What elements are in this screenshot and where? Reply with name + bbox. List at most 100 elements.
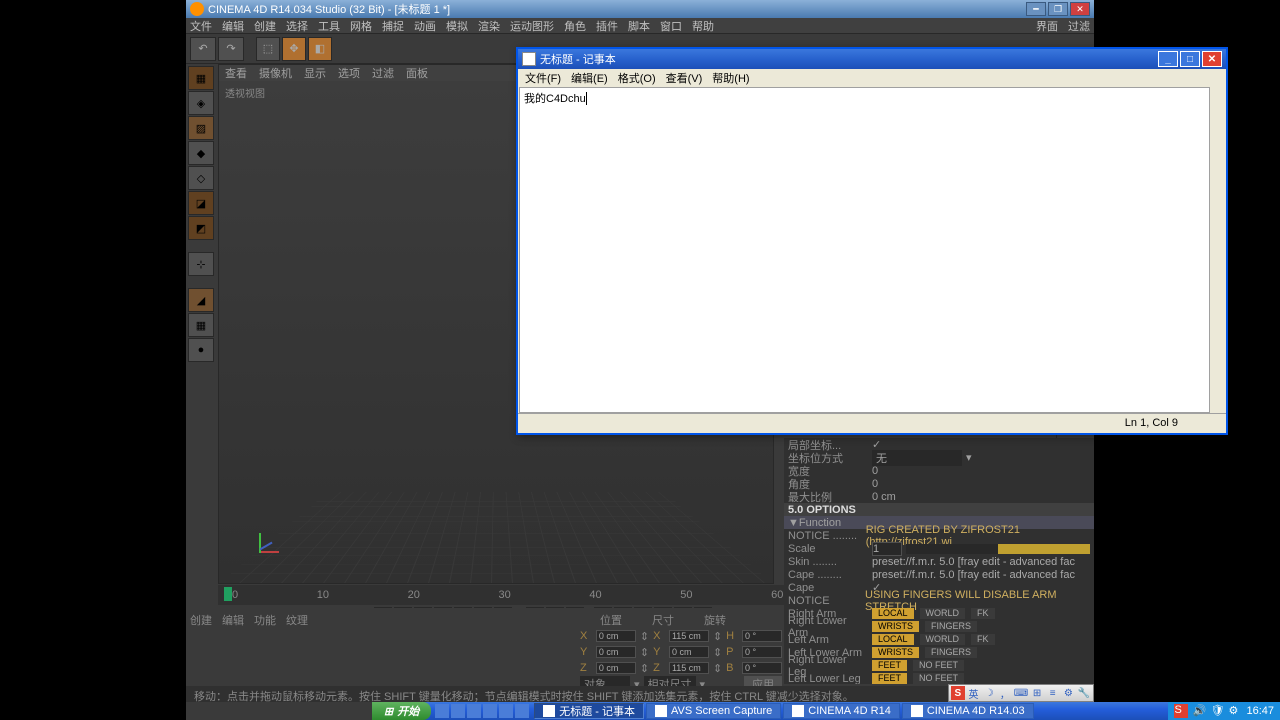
menu-file[interactable]: 文件: [190, 18, 212, 34]
ql-icon[interactable]: [499, 704, 513, 718]
menu-mesh[interactable]: 网格: [350, 18, 372, 34]
z-size-input[interactable]: [669, 662, 709, 674]
vp-menu-view[interactable]: 查看: [225, 65, 247, 81]
task-avs[interactable]: AVS Screen Capture: [646, 703, 781, 719]
start-button[interactable]: ⊞ 开始: [372, 702, 431, 720]
x-pos-input[interactable]: [596, 630, 636, 642]
ime-menu-icon[interactable]: ≡: [1046, 686, 1060, 700]
texture-mode-icon[interactable]: ▨: [188, 116, 214, 140]
ime-lang-icon[interactable]: 英: [967, 686, 981, 700]
menu-window[interactable]: 窗口: [660, 18, 682, 34]
vp-menu-camera[interactable]: 摄像机: [259, 65, 292, 81]
ime-gear-icon[interactable]: ⚙: [1062, 686, 1076, 700]
menu-plugins[interactable]: 插件: [596, 18, 618, 34]
menu-help[interactable]: 帮助: [692, 18, 714, 34]
close-button[interactable]: ✕: [1070, 2, 1090, 16]
menu-edit[interactable]: 编辑: [222, 18, 244, 34]
notepad-textarea[interactable]: 我的C4Dchu: [519, 87, 1225, 413]
ql-icon[interactable]: [451, 704, 465, 718]
task-c4d-app[interactable]: CINEMA 4D R14.03: [902, 703, 1034, 719]
c4d-titlebar[interactable]: CINEMA 4D R14.034 Studio (32 Bit) - [未标题…: [186, 0, 1094, 18]
vp-menu-options[interactable]: 选项: [338, 65, 360, 81]
b-rot-input[interactable]: [742, 662, 782, 674]
axis-tool-icon[interactable]: ⊹: [188, 252, 214, 276]
menu-tools[interactable]: 工具: [318, 18, 340, 34]
vp-menu-display[interactable]: 显示: [304, 65, 326, 81]
function-header[interactable]: ▼Function: [788, 517, 841, 529]
scale-slider[interactable]: [906, 544, 1090, 554]
tray-icon[interactable]: S: [1174, 704, 1188, 718]
ql-icon[interactable]: [483, 704, 497, 718]
model-mode-icon[interactable]: ▦: [188, 66, 214, 90]
np-menu-file[interactable]: 文件(F): [522, 70, 564, 86]
minimize-button[interactable]: ━: [1026, 2, 1046, 16]
move-tool[interactable]: ✥: [282, 37, 306, 61]
menu-layout[interactable]: 界面: [1036, 18, 1058, 34]
h-rot-input[interactable]: [742, 630, 782, 642]
menu-simulate[interactable]: 模拟: [446, 18, 468, 34]
vp-menu-filter[interactable]: 过滤: [372, 65, 394, 81]
notepad-titlebar[interactable]: 无标题 - 记事本 _ □ ✕: [518, 49, 1226, 69]
menu-render[interactable]: 渲染: [478, 18, 500, 34]
task-c4d-folder[interactable]: CINEMA 4D R14: [783, 703, 900, 719]
ql-icon[interactable]: [467, 704, 481, 718]
ql-icon[interactable]: [515, 704, 529, 718]
scale-input[interactable]: [872, 542, 902, 556]
menu-filter[interactable]: 过滤: [1068, 18, 1090, 34]
workplane-icon[interactable]: ◢: [188, 288, 214, 312]
ime-wrench-icon[interactable]: 🔧: [1077, 686, 1091, 700]
system-tray[interactable]: S 🔊 🛡 ⚙ 16:47: [1168, 702, 1280, 720]
redo-button[interactable]: ↷: [218, 37, 244, 61]
y-size-input[interactable]: [669, 646, 709, 658]
notepad-scrollbar[interactable]: [1209, 87, 1225, 413]
ime-sogou-icon[interactable]: S: [951, 686, 965, 700]
polygon-mode-icon[interactable]: ◪: [188, 191, 214, 215]
task-notepad[interactable]: 无标题 - 记事本: [534, 703, 644, 719]
np-maximize-button[interactable]: □: [1180, 51, 1200, 67]
np-menu-edit[interactable]: 编辑(E): [568, 70, 611, 86]
select-tool[interactable]: ⬚: [256, 37, 280, 61]
x-size-input[interactable]: [669, 630, 709, 642]
uvpoly-mode-icon[interactable]: ◩: [188, 216, 214, 240]
snap-icon[interactable]: ▦: [188, 313, 214, 337]
menu-animate[interactable]: 动画: [414, 18, 436, 34]
np-menu-view[interactable]: 查看(V): [663, 70, 706, 86]
z-pos-input[interactable]: [596, 662, 636, 674]
menu-character[interactable]: 角色: [564, 18, 586, 34]
ql-icon[interactable]: [435, 704, 449, 718]
tray-icon[interactable]: 🔊: [1192, 704, 1206, 718]
maximize-button[interactable]: ❐: [1048, 2, 1068, 16]
menu-snap[interactable]: 捕捉: [382, 18, 404, 34]
p-rot-input[interactable]: [742, 646, 782, 658]
ime-moon-icon[interactable]: ☽: [982, 686, 996, 700]
undo-button[interactable]: ↶: [190, 37, 216, 61]
timeline-marker[interactable]: [224, 587, 232, 601]
lock-icon[interactable]: ●: [188, 338, 214, 362]
y-pos-input[interactable]: [596, 646, 636, 658]
tab-create[interactable]: 创建: [190, 612, 212, 628]
tab-edit[interactable]: 编辑: [222, 612, 244, 628]
menu-create[interactable]: 创建: [254, 18, 276, 34]
np-menu-format[interactable]: 格式(O): [615, 70, 659, 86]
tab-texture[interactable]: 纹理: [286, 612, 308, 628]
ime-punct-icon[interactable]: ，: [998, 686, 1012, 700]
np-minimize-button[interactable]: _: [1158, 51, 1178, 67]
menu-select[interactable]: 选择: [286, 18, 308, 34]
edge-mode-icon[interactable]: ◇: [188, 166, 214, 190]
np-menu-help[interactable]: 帮助(H): [709, 70, 752, 86]
ime-special-icon[interactable]: ⊞: [1030, 686, 1044, 700]
coord-mode-dropdown[interactable]: 无: [872, 450, 962, 466]
menu-script[interactable]: 脚本: [628, 18, 650, 34]
tray-icon[interactable]: 🛡: [1210, 704, 1224, 718]
tray-icon[interactable]: ⚙: [1228, 704, 1242, 718]
clock[interactable]: 16:47: [1246, 705, 1274, 717]
ime-toolbar[interactable]: S 英 ☽ ， ⌨ ⊞ ≡ ⚙ 🔧: [948, 684, 1094, 702]
object-mode-icon[interactable]: ◈: [188, 91, 214, 115]
menu-mograph[interactable]: 运动图形: [510, 18, 554, 34]
point-mode-icon[interactable]: ◆: [188, 141, 214, 165]
scale-tool[interactable]: ◧: [308, 37, 332, 61]
np-close-button[interactable]: ✕: [1202, 51, 1222, 67]
ime-softkb-icon[interactable]: ⌨: [1014, 686, 1028, 700]
vp-menu-panel[interactable]: 面板: [406, 65, 428, 81]
tab-func[interactable]: 功能: [254, 612, 276, 628]
